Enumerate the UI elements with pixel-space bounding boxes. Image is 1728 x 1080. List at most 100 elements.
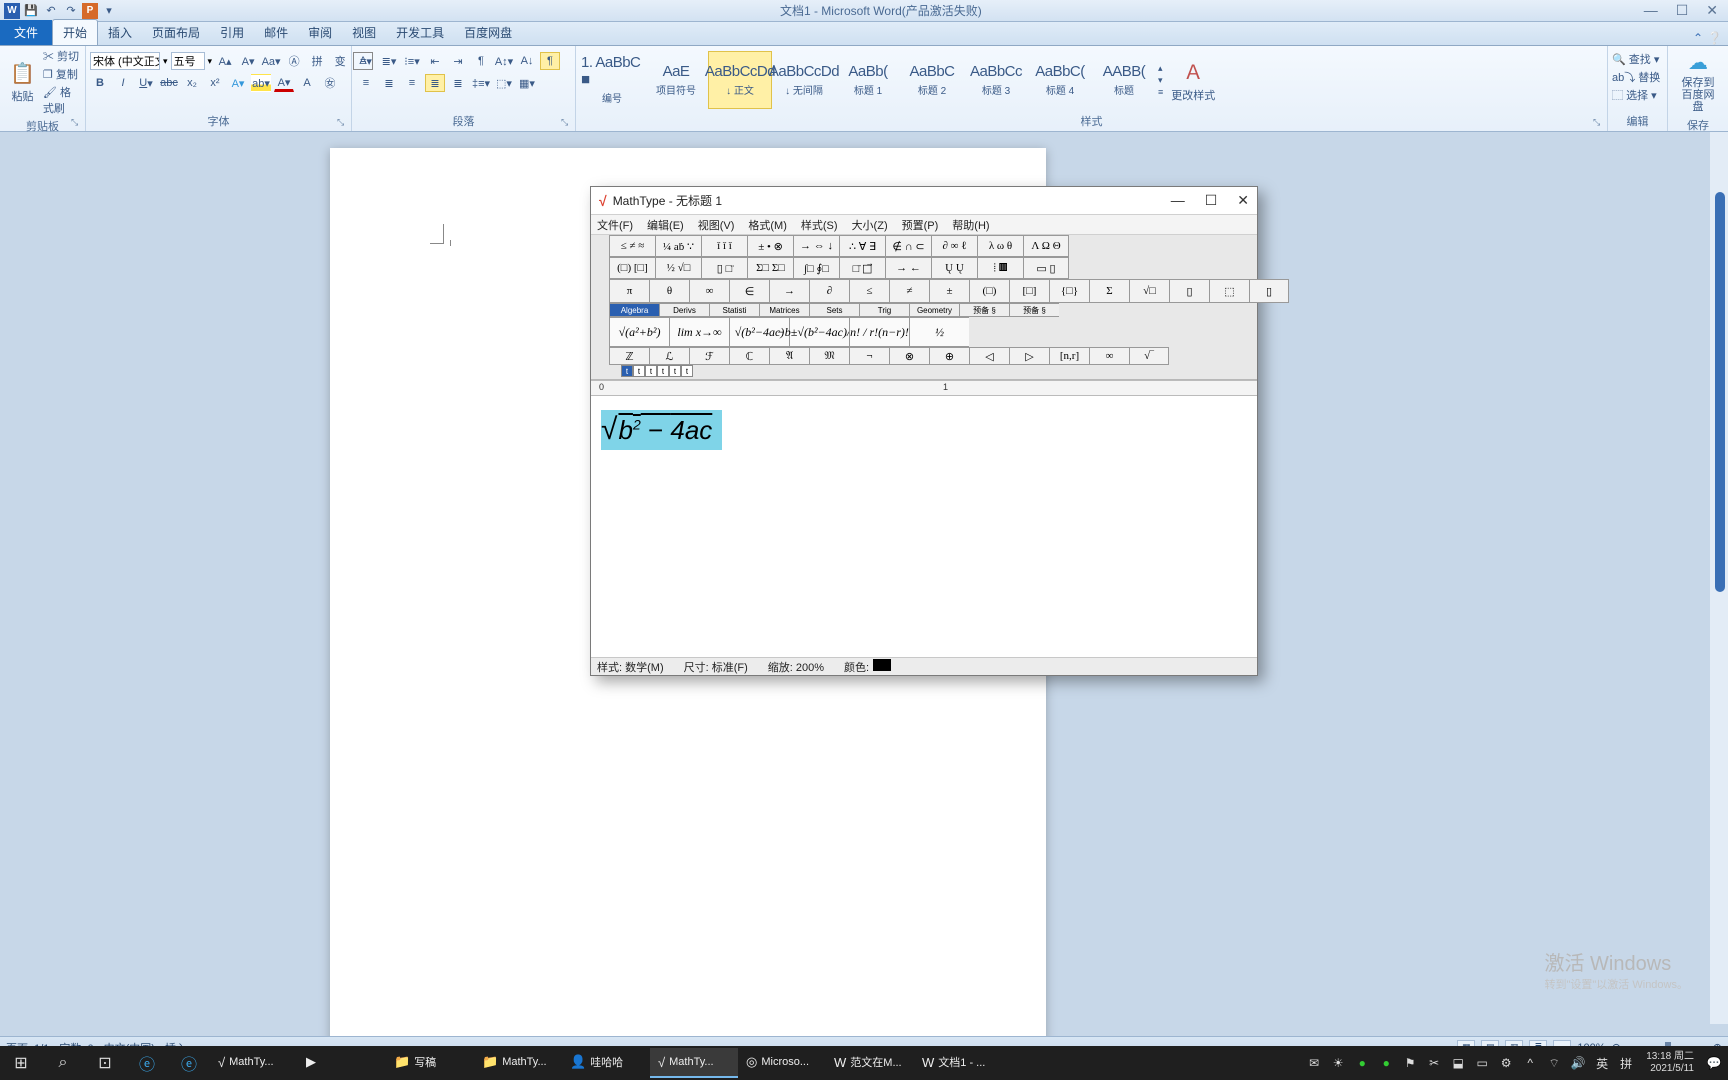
italic-icon[interactable]: I — [113, 74, 133, 92]
font-color-icon[interactable]: A▾ — [274, 74, 294, 92]
font-name-input[interactable]: 宋体 (中文正文 — [90, 52, 160, 70]
mt-big-cell-1[interactable]: lim x→∞ — [669, 317, 729, 347]
tray-flag-icon[interactable]: ⚑ — [1400, 1053, 1420, 1073]
mt-maximize-icon[interactable]: ☐ — [1205, 192, 1218, 209]
close-icon[interactable]: ✕ — [1706, 2, 1718, 19]
tab-references[interactable]: 引用 — [210, 20, 254, 45]
mt-sizetab-1[interactable]: t — [621, 365, 633, 377]
tray-ime1[interactable]: 英 — [1592, 1053, 1612, 1073]
mt-category-tab-8[interactable]: 预备 § — [1009, 303, 1059, 317]
paste-button[interactable]: 📋 粘贴 — [4, 59, 41, 106]
taskbar-item-1[interactable]: ▶ — [298, 1048, 386, 1078]
mt-row1-cell-4[interactable]: → ⇔ ↓ — [793, 235, 839, 257]
mt-row3-cell-10[interactable]: [□] — [1009, 279, 1049, 303]
tray-ime2[interactable]: 拼 — [1616, 1053, 1636, 1073]
mt-row3-cell-6[interactable]: ≤ — [849, 279, 889, 303]
style-item-2[interactable]: AaBbCcDd↓ 正文 — [708, 51, 772, 109]
tab-baidu[interactable]: 百度网盘 — [454, 20, 522, 45]
mt-row4-cell-0[interactable]: ℤ — [609, 347, 649, 365]
mt-status-size[interactable]: 尺寸: 标准(F) — [684, 659, 748, 675]
tray-mail-icon[interactable]: ✉ — [1304, 1053, 1324, 1073]
mt-row1-cell-9[interactable]: Λ Ω Θ — [1023, 235, 1069, 257]
style-item-4[interactable]: AaBb(标题 1 — [836, 51, 900, 109]
tray-usb-icon[interactable]: ⬓ — [1448, 1053, 1468, 1073]
underline-icon[interactable]: U▾ — [136, 74, 156, 92]
show-marks-icon[interactable]: ¶ — [540, 52, 560, 70]
justify-icon[interactable]: ≣ — [425, 74, 445, 92]
copy-button[interactable]: ❐ 复制 — [43, 66, 81, 82]
style-item-6[interactable]: AaBbCc标题 3 — [964, 51, 1028, 109]
ltr-icon[interactable]: ¶ — [471, 52, 491, 70]
mt-row4-cell-9[interactable]: ◁ — [969, 347, 1009, 365]
tab-layout[interactable]: 页面布局 — [142, 20, 210, 45]
line-spacing-icon[interactable]: ‡≡▾ — [471, 74, 491, 92]
subscript-icon[interactable]: x₂ — [182, 74, 202, 92]
mt-menu-0[interactable]: 文件(F) — [597, 217, 633, 233]
select-button[interactable]: ⬚ 选择 ▾ — [1612, 87, 1657, 103]
mt-sizetab-2[interactable]: t — [633, 365, 645, 377]
ie-icon[interactable]: ⓔ — [126, 1046, 168, 1080]
mt-row2-cell-0[interactable]: (□) [□] — [609, 257, 655, 279]
mt-row3-cell-16[interactable]: ▯ — [1249, 279, 1289, 303]
mt-row2-cell-1[interactable]: ½ √□ — [655, 257, 701, 279]
dec-indent-icon[interactable]: ⇤ — [425, 52, 445, 70]
phonetic-icon[interactable]: 拼 — [307, 52, 327, 70]
tray-weather-icon[interactable]: ☀ — [1328, 1053, 1348, 1073]
mt-row3-cell-11[interactable]: {□} — [1049, 279, 1089, 303]
mt-status-style[interactable]: 样式: 数学(M) — [597, 659, 664, 675]
align-left-icon[interactable]: ≡ — [356, 74, 376, 92]
grow-font-icon[interactable]: A▴ — [215, 52, 235, 70]
clear-format-icon[interactable]: Ⓐ — [284, 52, 304, 70]
tab-mailings[interactable]: 邮件 — [254, 20, 298, 45]
styles-launcher-icon[interactable]: ⤡ — [1593, 117, 1605, 129]
text-effects-icon[interactable]: A▾ — [228, 74, 248, 92]
mt-row4-cell-8[interactable]: ⊕ — [929, 347, 969, 365]
sort-icon[interactable]: A↓ — [517, 52, 537, 70]
mt-menu-5[interactable]: 大小(Z) — [852, 217, 888, 233]
tab-file[interactable]: 文件 — [0, 20, 52, 45]
formula-selection[interactable]: √ b2 − 4ac — [601, 410, 722, 450]
bold-icon[interactable]: B — [90, 74, 110, 92]
mt-category-tab-7[interactable]: 预备 § — [959, 303, 1009, 317]
inc-indent-icon[interactable]: ⇥ — [448, 52, 468, 70]
mt-row2-cell-7[interactable]: Ų Ų — [931, 257, 977, 279]
style-item-7[interactable]: AaBbC(标题 4 — [1028, 51, 1092, 109]
tray-chat-icon[interactable]: ● — [1376, 1053, 1396, 1073]
taskbar-clock[interactable]: 13:18 周二 2021/5/11 — [1640, 1051, 1700, 1075]
mt-row4-cell-6[interactable]: ¬ — [849, 347, 889, 365]
mt-category-tab-4[interactable]: Sets — [809, 303, 859, 317]
highlight-icon[interactable]: ab▾ — [251, 74, 271, 92]
mt-row4-cell-5[interactable]: 𝔐 — [809, 347, 849, 365]
minimize-icon[interactable]: — — [1644, 2, 1658, 19]
taskbar-item-5[interactable]: √MathTy... — [650, 1048, 738, 1078]
enclose-icon[interactable]: ㊛ — [320, 74, 340, 92]
mt-row3-cell-7[interactable]: ≠ — [889, 279, 929, 303]
mathtype-ruler[interactable]: 0 1 — [591, 380, 1257, 396]
mt-row3-cell-4[interactable]: → — [769, 279, 809, 303]
tray-wifi-icon[interactable]: ⌔ — [1544, 1053, 1564, 1073]
taskbar-item-3[interactable]: 📁MathTy... — [474, 1048, 562, 1078]
mt-row1-cell-5[interactable]: ∴ ∀ ∃ — [839, 235, 885, 257]
superscript-icon[interactable]: x² — [205, 74, 225, 92]
mt-menu-6[interactable]: 预置(P) — [902, 217, 939, 233]
mt-row3-cell-9[interactable]: (□) — [969, 279, 1009, 303]
mt-menu-7[interactable]: 帮助(H) — [952, 217, 989, 233]
multilevel-icon[interactable]: ⁝≡▾ — [402, 52, 422, 70]
tray-gear-icon[interactable]: ⚙ — [1496, 1053, 1516, 1073]
mt-row4-cell-10[interactable]: ▷ — [1009, 347, 1049, 365]
char-border-icon[interactable]: 变 — [330, 52, 350, 70]
edge-icon[interactable]: ⓔ — [168, 1046, 210, 1080]
mt-menu-2[interactable]: 视图(V) — [698, 217, 735, 233]
taskbar-item-7[interactable]: W范文在M... — [826, 1048, 914, 1078]
redo-icon[interactable]: ↷ — [62, 2, 80, 20]
tray-sound-icon[interactable]: 🔊 — [1568, 1053, 1588, 1073]
tab-home[interactable]: 开始 — [52, 19, 98, 45]
mt-row2-cell-9[interactable]: ▭ ▯ — [1023, 257, 1069, 279]
notifications-icon[interactable]: 💬 — [1704, 1053, 1724, 1073]
mt-row4-cell-2[interactable]: ℱ — [689, 347, 729, 365]
mt-sizetab-4[interactable]: t — [657, 365, 669, 377]
taskview-icon[interactable]: ⊡ — [84, 1046, 126, 1080]
style-more-icon[interactable]: ≡ — [1158, 87, 1163, 97]
mt-row4-cell-1[interactable]: ℒ — [649, 347, 689, 365]
mt-row3-cell-14[interactable]: ▯ — [1169, 279, 1209, 303]
